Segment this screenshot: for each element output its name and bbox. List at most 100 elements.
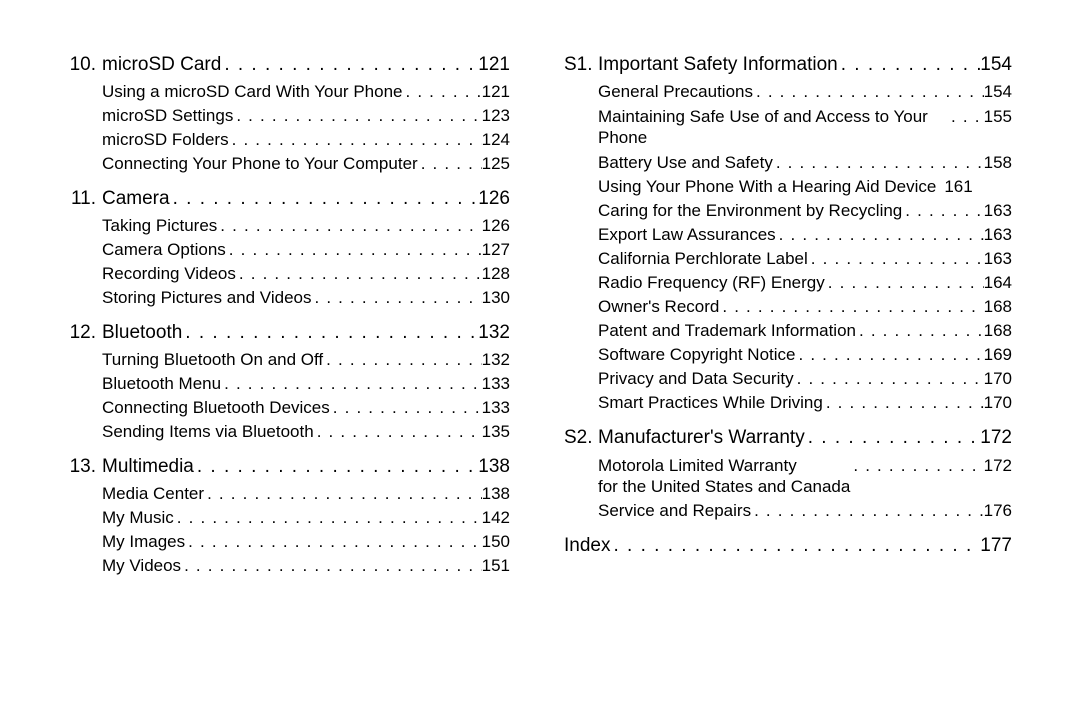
toc-sub-row: Taking Pictures. . . . . . . . . . . . .…: [68, 216, 510, 236]
toc-leader-dots: . . . . . . . . . . . . . . . . . . . . …: [330, 398, 482, 418]
toc-leader-dots: . . . . . . . . . . . . . . . . . . . . …: [185, 532, 481, 552]
toc-leader-dots: . . . . . . . . . . . . . . . . . . . . …: [229, 130, 482, 150]
toc-leader-dots: . . . . . . . . . . . . . . . . . . . . …: [323, 350, 481, 370]
toc-chapter-number: 11.: [68, 188, 102, 210]
toc-leader-dots: . . . . . . . . . . . . . . . . . . . . …: [174, 508, 482, 528]
toc-sub-row: Storing Pictures and Videos. . . . . . .…: [68, 288, 510, 308]
toc-sub-page: 126: [482, 216, 510, 236]
toc-sub-row: California Perchlorate Label. . . . . . …: [564, 249, 1012, 269]
toc-sub-page: 168: [984, 297, 1012, 317]
toc-chapter-page: 132: [478, 322, 510, 344]
toc-sub-row: Software Copyright Notice. . . . . . . .…: [564, 345, 1012, 365]
toc-leader-dots: . . . . . . . . . . . . . . . . . . . . …: [233, 106, 481, 126]
toc-leader-dots: . . . . . . . . . . . . . . . . . . . . …: [776, 225, 984, 245]
toc-chapter-title: Bluetooth: [102, 322, 182, 344]
toc-sub-title: Using a microSD Card With Your Phone: [102, 82, 402, 102]
toc-sub-title: My Music: [102, 508, 174, 528]
toc-sub-page: 163: [984, 225, 1012, 245]
toc-sub-title: Software Copyright Notice: [598, 345, 795, 365]
toc-leader-dots: . . . . . . . . . . . . . . . . . . . . …: [948, 107, 984, 127]
toc-chapter-page: 138: [478, 456, 510, 478]
toc-sub-title: California Perchlorate Label: [598, 249, 808, 269]
toc-chapter-page: 154: [980, 54, 1012, 76]
toc-leader-dots: . . . . . . . . . . . . . . . . . . . . …: [902, 201, 983, 221]
toc-sub-title: Radio Frequency (RF) Energy: [598, 273, 825, 293]
toc-sub-row: Service and Repairs. . . . . . . . . . .…: [564, 501, 1012, 521]
toc-sub-page: 176: [984, 501, 1012, 521]
toc-leader-dots: . . . . . . . . . . . . . . . . . . . . …: [226, 240, 482, 260]
toc-sub-row: Connecting Bluetooth Devices. . . . . . …: [68, 398, 510, 418]
toc-sub-row: Export Law Assurances. . . . . . . . . .…: [564, 225, 1012, 245]
toc-leader-dots: . . . . . . . . . . . . . . . . . . . . …: [314, 422, 482, 442]
toc-sub-title: Battery Use and Safety: [598, 153, 773, 173]
toc-sub-page: 123: [482, 106, 510, 126]
toc-sub-row: microSD Folders. . . . . . . . . . . . .…: [68, 130, 510, 150]
toc-sub-title: microSD Settings: [102, 106, 233, 126]
toc-sub-row: Using a microSD Card With Your Phone. . …: [68, 82, 510, 102]
toc-sub-row: Recording Videos. . . . . . . . . . . . …: [68, 264, 510, 284]
toc-sub-row: Owner's Record. . . . . . . . . . . . . …: [564, 297, 1012, 317]
toc-sub-title: Maintaining Safe Use of and Access to Yo…: [598, 106, 948, 149]
toc-sub-title: Connecting Bluetooth Devices: [102, 398, 330, 418]
toc-leader-dots: . . . . . . . . . . . . . . . . . . . . …: [805, 427, 981, 449]
toc-chapter-title: microSD Card: [102, 54, 221, 76]
toc-leader-dots: . . . . . . . . . . . . . . . . . . . . …: [773, 153, 984, 173]
toc-sub-page: 132: [482, 350, 510, 370]
toc-sub-title: Connecting Your Phone to Your Computer: [102, 154, 418, 174]
toc-sub-row: Turning Bluetooth On and Off. . . . . . …: [68, 350, 510, 370]
toc-sub-page: 133: [482, 374, 510, 394]
toc-chapter-row: S1.Important Safety Information. . . . .…: [564, 54, 1012, 76]
toc-sub-page: 170: [984, 393, 1012, 413]
toc-sub-page: 127: [482, 240, 510, 260]
toc-sub-row: Caring for the Environment by Recycling.…: [564, 201, 1012, 221]
toc-sub-page: 128: [482, 264, 510, 284]
toc-page: 10.microSD Card. . . . . . . . . . . . .…: [0, 0, 1080, 720]
toc-chapter-row: 12.Bluetooth. . . . . . . . . . . . . . …: [68, 322, 510, 344]
toc-leader-dots: . . . . . . . . . . . . . . . . . . . . …: [221, 374, 482, 394]
toc-sub-row: Camera Options. . . . . . . . . . . . . …: [68, 240, 510, 260]
toc-sub-page: 168: [984, 321, 1012, 341]
toc-leader-dots: . . . . . . . . . . . . . . . . . . . . …: [794, 369, 984, 389]
toc-sub-page: 142: [482, 508, 510, 528]
toc-leader-dots: . . . . . . . . . . . . . . . . . . . . …: [610, 535, 980, 557]
toc-column-right: S1.Important Safety Information. . . . .…: [540, 54, 1040, 680]
toc-sub-row: Using Your Phone With a Hearing Aid Devi…: [564, 177, 1012, 197]
toc-leader-dots: . . . . . . . . . . . . . . . . . . . . …: [753, 82, 984, 102]
toc-sub-row: Connecting Your Phone to Your Computer. …: [68, 154, 510, 174]
toc-sub-row: Battery Use and Safety. . . . . . . . . …: [564, 153, 1012, 173]
toc-sub-title: Storing Pictures and Videos: [102, 288, 311, 308]
toc-leader-dots: . . . . . . . . . . . . . . . . . . . . …: [795, 345, 983, 365]
toc-sub-row: General Precautions. . . . . . . . . . .…: [564, 82, 1012, 102]
toc-sub-page: 169: [984, 345, 1012, 365]
toc-sub-page: 154: [984, 82, 1012, 102]
toc-sub-row: Maintaining Safe Use of and Access to Yo…: [564, 106, 1012, 149]
toc-leader-dots: . . . . . . . . . . . . . . . . . . . . …: [181, 556, 482, 576]
toc-leader-dots: . . . . . . . . . . . . . . . . . . . . …: [182, 322, 478, 344]
toc-leader-dots: . . . . . . . . . . . . . . . . . . . . …: [751, 501, 984, 521]
toc-sub-row: My Music. . . . . . . . . . . . . . . . …: [68, 508, 510, 528]
toc-sub-row: My Images. . . . . . . . . . . . . . . .…: [68, 532, 510, 552]
toc-sub-row: Smart Practices While Driving. . . . . .…: [564, 393, 1012, 413]
toc-chapter-title: Multimedia: [102, 456, 194, 478]
toc-sub-row: Radio Frequency (RF) Energy. . . . . . .…: [564, 273, 1012, 293]
toc-sub-page: 125: [482, 154, 510, 174]
toc-sub-row: Patent and Trademark Information. . . . …: [564, 321, 1012, 341]
toc-sub-title: Media Center: [102, 484, 204, 504]
toc-sub-title: General Precautions: [598, 82, 753, 102]
toc-leader-dots: . . . . . . . . . . . . . . . . . . . . …: [236, 264, 482, 284]
toc-chapter-page: 126: [478, 188, 510, 210]
toc-sub-title: Owner's Record: [598, 297, 719, 317]
toc-leader-dots: . . . . . . . . . . . . . . . . . . . . …: [170, 188, 479, 210]
toc-sub-page: 138: [482, 484, 510, 504]
toc-chapter-number: 12.: [68, 322, 102, 344]
toc-leader-dots: . . . . . . . . . . . . . . . . . . . . …: [825, 273, 984, 293]
toc-chapter-row: 11.Camera. . . . . . . . . . . . . . . .…: [68, 188, 510, 210]
toc-sub-title: Service and Repairs: [598, 501, 751, 521]
toc-leader-dots: . . . . . . . . . . . . . . . . . . . . …: [418, 154, 482, 174]
toc-column-left: 10.microSD Card. . . . . . . . . . . . .…: [40, 54, 540, 680]
toc-index-row: Index. . . . . . . . . . . . . . . . . .…: [564, 535, 1012, 557]
toc-sub-row: Motorola Limited Warrantyfor the United …: [564, 455, 1012, 498]
toc-sub-title: Camera Options: [102, 240, 226, 260]
toc-leader-dots: . . . . . . . . . . . . . . . . . . . . …: [204, 484, 482, 504]
toc-sub-title: Caring for the Environment by Recycling: [598, 201, 902, 221]
